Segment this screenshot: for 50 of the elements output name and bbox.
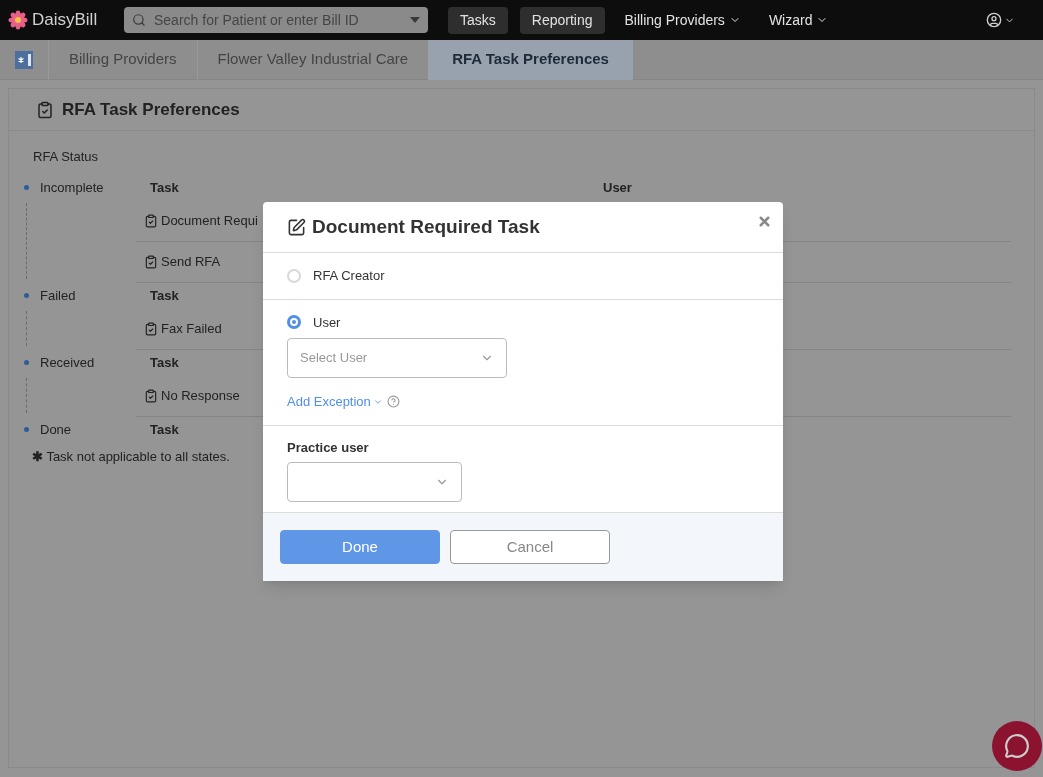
select-field[interactable]: Select User [287, 338, 507, 378]
brand-name: DaisyBill [32, 9, 98, 32]
column-heading: User [603, 178, 632, 197]
task-name: Document Requi [161, 211, 258, 230]
select-placeholder: Select User [300, 349, 368, 368]
search-bar[interactable]: Search for Patient or enter Bill ID [124, 7, 428, 33]
task-name: Send RFA [161, 252, 221, 271]
nav-button[interactable]: Tasks [448, 6, 508, 34]
clipboard-check-icon [144, 254, 158, 269]
task-name: Fax Failed [161, 319, 222, 338]
radio-label: User [313, 313, 341, 332]
search-icon [132, 13, 146, 27]
dropdown-caret-icon [410, 17, 420, 23]
breadcrumb-link[interactable]: Billing Providers [48, 39, 197, 80]
column-heading: Task [150, 354, 179, 370]
user-account-icon[interactable] [986, 12, 1002, 28]
field-label: Practice user [287, 438, 370, 457]
select-field[interactable] [287, 462, 462, 502]
column-heading: Task [150, 287, 179, 303]
dialog-button[interactable]: Done [280, 530, 440, 564]
clipboard-check-icon [36, 100, 54, 119]
nav-menu[interactable]: Wizard [760, 6, 837, 34]
breadcrumb-link[interactable]: RFA Task Preferences [428, 39, 633, 80]
flower-logo-icon [8, 10, 28, 30]
app-icon[interactable] [15, 50, 33, 69]
radio-label: RFA Creator [313, 267, 385, 285]
clipboard-check-icon [144, 213, 158, 228]
status-label: Received [40, 353, 96, 372]
column-heading: RFA Status [33, 148, 100, 166]
panel-title: RFA Task Preferences [62, 98, 240, 121]
nav-menu[interactable]: Billing Providers [616, 6, 749, 34]
column-heading: Task [150, 179, 179, 195]
status-label: Incomplete [40, 178, 105, 197]
dialog-button[interactable]: Cancel [450, 530, 610, 564]
add-exception-link[interactable]: Add Exception [287, 392, 383, 412]
task-name: No Response [161, 386, 240, 405]
column-heading: Task [150, 421, 179, 437]
footnote: ✱ Task not applicable to all states. [32, 447, 230, 466]
chat-bubble-icon [1004, 733, 1030, 759]
status-label: Done [40, 420, 73, 439]
close-icon[interactable] [757, 214, 772, 229]
dialog-title: Document Required Task [312, 214, 540, 239]
edit-icon [287, 217, 306, 237]
clipboard-check-icon [144, 321, 158, 336]
nav-button[interactable]: Reporting [519, 6, 605, 34]
help-icon[interactable] [386, 395, 400, 409]
status-label: Failed [40, 286, 77, 305]
radio-button[interactable] [287, 315, 301, 330]
search-field[interactable]: Search for Patient or enter Bill ID [154, 10, 402, 30]
clipboard-check-icon [144, 388, 158, 403]
